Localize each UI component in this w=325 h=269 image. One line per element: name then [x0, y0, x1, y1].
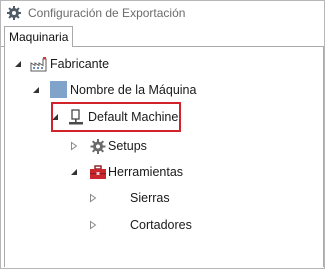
tree-node-label: Nombre de la Máquina: [70, 83, 197, 97]
tree-node-label: Fabricante: [50, 57, 110, 71]
title-bar: Configuración de Exportación: [1, 1, 324, 25]
tree-node-machine-name[interactable]: Nombre de la Máquina: [31, 81, 231, 101]
tree-node-herramientas[interactable]: Herramientas: [69, 163, 219, 183]
collapsed-arrow-icon[interactable]: [88, 220, 98, 230]
export-settings-window: Configuración de Exportación Maquinaria …: [0, 0, 325, 269]
tree-node-label: Herramientas: [108, 165, 184, 179]
tab-maquinaria[interactable]: Maquinaria: [4, 26, 73, 46]
machine-swatch-icon: [50, 81, 67, 98]
tree-node-setups[interactable]: Setups: [69, 137, 189, 157]
tree-node-label: Setups: [108, 139, 147, 153]
expanded-arrow-icon[interactable]: [13, 59, 23, 69]
toolbox-icon: [90, 165, 106, 179]
tree-node-label: Cortadores: [130, 218, 192, 232]
tree-node-fabricante[interactable]: Fabricante: [13, 55, 213, 75]
selection-highlight: [51, 102, 181, 132]
collapsed-arrow-icon[interactable]: [88, 193, 98, 203]
tab-strip: Maquinaria: [1, 25, 324, 47]
expanded-arrow-icon[interactable]: [69, 167, 79, 177]
tab-label: Maquinaria: [9, 30, 69, 44]
gear-icon: [7, 6, 21, 20]
factory-icon: [30, 57, 47, 72]
tree-node-cortadores[interactable]: Cortadores: [88, 216, 208, 236]
window-title: Configuración de Exportación: [28, 6, 186, 20]
gears-icon: [90, 139, 106, 154]
expanded-arrow-icon[interactable]: [31, 85, 41, 95]
collapsed-arrow-icon[interactable]: [69, 141, 79, 151]
tree-node-label: Sierras: [130, 191, 170, 205]
tree-node-sierras[interactable]: Sierras: [88, 189, 188, 209]
